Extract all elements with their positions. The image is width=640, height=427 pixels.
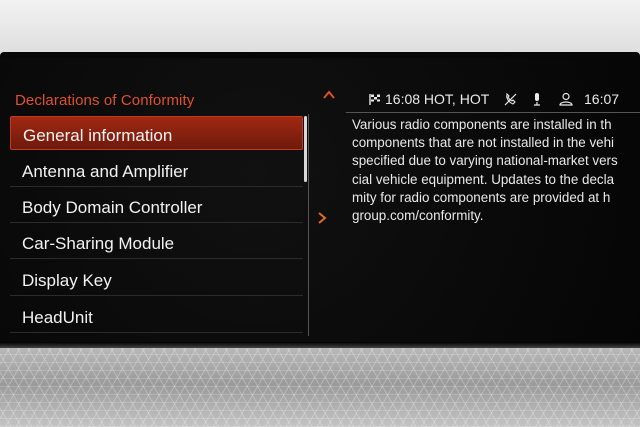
menu-title: Declarations of Conformity	[15, 92, 195, 109]
phone-muted-icon	[504, 93, 517, 106]
menu-item-display-key[interactable]: Display Key	[10, 262, 303, 296]
menu-item-label: Body Domain Controller	[22, 198, 203, 217]
menu-item-label: Antenna and Amplifier	[22, 162, 189, 181]
conformity-menu: General information Antenna and Amplifie…	[10, 114, 309, 336]
grille-edge	[0, 342, 640, 348]
menu-item-headunit[interactable]: HeadUnit	[10, 299, 303, 333]
status-bar: 16:08 HOT, HOT 16:07	[368, 91, 640, 109]
menu-item-body-domain-controller[interactable]: Body Domain Controller	[10, 189, 303, 223]
flag-icon	[368, 93, 381, 106]
text-line: mity for radio components are provided a…	[352, 189, 611, 205]
chevron-right-icon[interactable]	[317, 211, 327, 225]
user-icon	[559, 92, 573, 106]
text-line: cial vehicle equipment. Updates to the d…	[352, 171, 615, 187]
clock: 16:07	[584, 91, 620, 107]
text-line: Various radio components are installed i…	[352, 117, 612, 132]
text-line: group.com/conformity.	[352, 207, 484, 223]
microphone-icon	[532, 92, 542, 106]
text-line: specified due to varying national-market…	[352, 153, 618, 169]
menu-item-label: Display Key	[22, 271, 112, 290]
menu-item-label: HeadUnit	[22, 308, 93, 327]
menu-item-general-information[interactable]: General information	[10, 116, 303, 150]
menu-item-label: General information	[23, 126, 173, 145]
conformity-text: Various radio components are installed i…	[352, 116, 640, 236]
chevron-up-icon[interactable]	[322, 88, 336, 102]
menu-item-antenna-and-amplifier[interactable]: Antenna and Amplifier	[10, 153, 303, 187]
speaker-grille	[0, 342, 640, 427]
divider	[346, 112, 640, 113]
dashboard-surface	[0, 0, 640, 60]
menu-item-label: Car-Sharing Module	[22, 234, 175, 253]
navigation-arrival-time: 16:08 HOT, HOT	[385, 91, 490, 107]
menu-scrollbar[interactable]	[304, 116, 307, 182]
text-line: components that are not installed in the…	[352, 135, 615, 151]
menu-item-car-sharing-module[interactable]: Car-Sharing Module	[10, 225, 303, 259]
